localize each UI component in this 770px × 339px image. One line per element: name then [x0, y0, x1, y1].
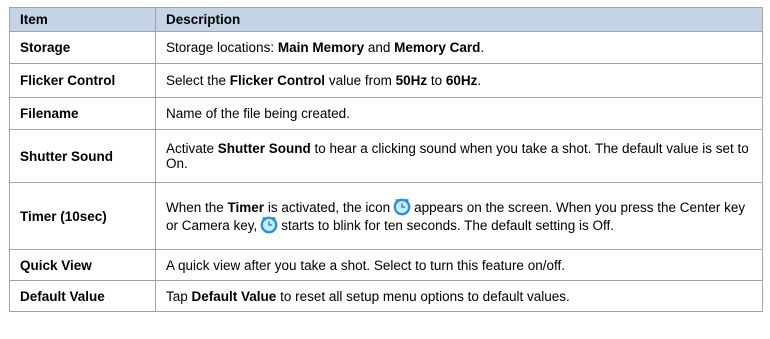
text: to reset all setup menu options to defau…: [276, 288, 570, 304]
description-shutter-sound: Activate Shutter Sound to hear a clickin…: [155, 129, 763, 183]
text: When the: [166, 200, 228, 215]
text: is activated, the icon: [264, 200, 391, 215]
text: Tap: [166, 288, 192, 304]
description-filename: Name of the file being created.: [155, 97, 763, 130]
text: Activate: [166, 141, 218, 156]
settings-table: Item Description Storage Storage locatio…: [9, 7, 763, 312]
emphasis: Main Memory: [277, 40, 365, 55]
text: value from: [325, 73, 396, 88]
item-storage: Storage: [9, 31, 156, 64]
table-header-row: Item Description: [9, 7, 763, 32]
table-row: Default Value Tap Default Value to reset…: [9, 280, 763, 312]
description-default-value: Tap Default Value to reset all setup men…: [155, 280, 763, 312]
text: A quick view after you take a shot. Sele…: [166, 257, 565, 273]
timer-icon: [393, 198, 411, 216]
table-row: Filename Name of the file being created.: [9, 97, 763, 130]
text: and: [364, 40, 395, 55]
table-row: Flicker Control Select the Flicker Contr…: [9, 63, 763, 98]
settings-description-page: Item Description Storage Storage locatio…: [9, 7, 763, 312]
timer-icon: [260, 216, 278, 234]
text: .: [477, 73, 482, 88]
description-flicker-control: Select the Flicker Control value from 50…: [155, 63, 763, 98]
emphasis: Timer: [227, 200, 265, 215]
item-shutter-sound: Shutter Sound: [9, 129, 156, 183]
header-description: Description: [155, 7, 763, 32]
emphasis: Flicker Control: [229, 73, 326, 88]
description-timer: When the Timer is activated, the icon app…: [155, 182, 763, 250]
text: Storage locations:: [166, 40, 278, 55]
item-timer: Timer (10sec): [9, 182, 156, 250]
text: .: [480, 40, 485, 55]
text: Select the: [166, 73, 230, 88]
text: starts to blink for ten seconds. The def…: [281, 218, 614, 233]
description-storage: Storage locations: Main Memory and Memor…: [155, 31, 763, 64]
table-row: Storage Storage locations: Main Memory a…: [9, 31, 763, 64]
text: Name of the file being created.: [166, 106, 350, 121]
text: to: [427, 73, 446, 88]
item-default-value: Default Value: [9, 280, 156, 312]
description-quick-view: A quick view after you take a shot. Sele…: [155, 249, 763, 281]
emphasis: Default Value: [191, 288, 277, 304]
table-row: Quick View A quick view after you take a…: [9, 249, 763, 281]
emphasis: Shutter Sound: [217, 141, 311, 156]
emphasis: Memory Card: [394, 40, 481, 55]
item-filename: Filename: [9, 97, 156, 130]
item-flicker-control: Flicker Control: [9, 63, 156, 98]
emphasis: 60Hz: [445, 73, 478, 88]
table-row: Shutter Sound Activate Shutter Sound to …: [9, 129, 763, 183]
emphasis: 50Hz: [395, 73, 428, 88]
table-row: Timer (10sec) When the Timer is activate…: [9, 182, 763, 250]
item-quick-view: Quick View: [9, 249, 156, 281]
header-item: Item: [9, 7, 156, 32]
